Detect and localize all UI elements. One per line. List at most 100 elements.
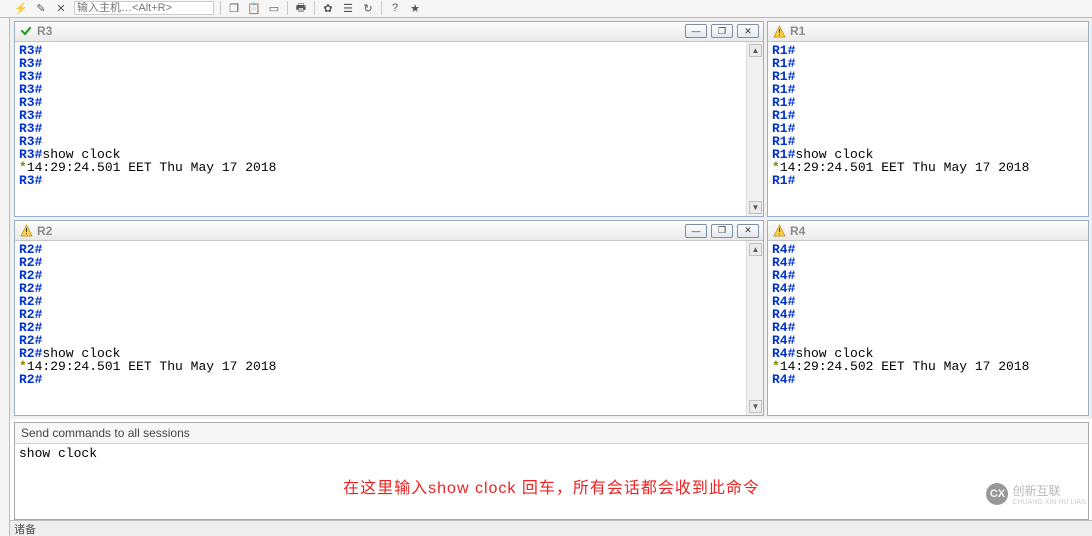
pane-title: R1 [790,24,805,38]
terminal-output[interactable]: R2#R2#R2#R2#R2#R2#R2#R2#R2#show clock*14… [15,241,746,415]
terminal-line: R1# [772,96,1084,109]
terminal-line: R2# [19,308,742,321]
terminal-text: 14:29:24.501 EET Thu May 17 2018 [27,359,277,374]
terminal-line: R3# [19,122,742,135]
terminal-line: *14:29:24.502 EET Thu May 17 2018 [772,360,1084,373]
annotation-text: 在这里输入show clock 回车，所有会话都会收到此命令 [15,474,1088,498]
print-icon[interactable]: 🖶 [294,1,308,15]
terminal-line: R4# [772,373,1084,386]
toolbar: ⚡ ✎ ✕ ❐ 📋 ▭ 🖶 ✿ ☰ ↻ ? ★ [0,0,1092,18]
close-button[interactable]: ✕ [737,224,759,238]
scrollbar[interactable]: ▲▼ [746,241,763,415]
cancel-icon[interactable]: ✕ [54,1,68,15]
pane-titlebar[interactable]: R4 [768,221,1088,241]
terminal-line: R4# [772,321,1084,334]
terminal-output[interactable]: R4#R4#R4#R4#R4#R4#R4#R4#R4#show clock*14… [768,241,1088,415]
pane-titlebar[interactable]: R1 [768,22,1088,42]
scroll-up-icon[interactable]: ▲ [749,243,762,256]
terminal-line: R3# [19,83,742,96]
watermark-brand: 创新互联 [1012,484,1060,498]
terminal-pane-r1: R1 R1#R1#R1#R1#R1#R1#R1#R1#R1#show clock*… [767,21,1089,217]
prompt: R4# [772,372,795,387]
close-button[interactable]: ✕ [737,24,759,38]
terminal-line: R3# [19,96,742,109]
screen-icon[interactable]: ▭ [267,1,281,15]
star-icon[interactable]: ★ [408,1,422,15]
terminal-output[interactable]: R1#R1#R1#R1#R1#R1#R1#R1#R1#show clock*14… [768,42,1088,216]
terminal-line: R3# [19,109,742,122]
terminal-line: R4# [772,308,1084,321]
minimize-button[interactable]: — [685,224,707,238]
left-gutter [0,0,10,536]
terminal-line: *14:29:24.501 EET Thu May 17 2018 [19,161,742,174]
terminal-line: R3# [19,135,742,148]
pane-body[interactable]: R2#R2#R2#R2#R2#R2#R2#R2#R2#show clock*14… [15,241,763,415]
pencil-icon[interactable]: ✎ [34,1,48,15]
send-all-label: Send commands to all sessions [14,422,1089,444]
lightning-icon[interactable]: ⚡ [14,1,28,15]
pane-titlebar[interactable]: R2 — ❐ ✕ [15,221,763,241]
pane-body[interactable]: R3#R3#R3#R3#R3#R3#R3#R3#R3#show clock*14… [15,42,763,216]
window-controls: — ❐ ✕ [685,224,759,238]
terminal-line: R4# [772,243,1084,256]
terminal-line: R1# [772,70,1084,83]
terminal-line: R3# [19,44,742,57]
status-bar: 诸备 [0,520,1092,536]
terminal-line: R2# [19,321,742,334]
scrollbar[interactable]: ▲▼ [746,42,763,216]
prompt: R1# [772,173,795,188]
terminal-line: R3# [19,57,742,70]
terminal-pane-r2: R2 — ❐ ✕ R2#R2#R2#R2#R2#R2#R2#R2#R2#show clo… [14,220,764,416]
terminal-line: R1# [772,83,1084,96]
warning-icon [19,224,33,238]
help-icon[interactable]: ? [388,1,402,15]
separator [381,1,382,15]
send-all-input[interactable]: show clock 在这里输入show clock 回车，所有会话都会收到此命… [14,444,1089,520]
host-input[interactable] [74,1,214,15]
bookmark-icon[interactable]: ✿ [321,1,335,15]
window-controls: — ❐ ✕ [685,24,759,38]
terminal-line: R4# [772,269,1084,282]
watermark: CX 创新互联 CHUANG XIN HU LIAN [986,482,1086,506]
terminal-line: *14:29:24.501 EET Thu May 17 2018 [19,360,742,373]
pane-body[interactable]: R4#R4#R4#R4#R4#R4#R4#R4#R4#show clock*14… [768,241,1088,415]
terminal-grid: R3—❐✕R3#R3#R3#R3#R3#R3#R3#R3#R3#show clo… [0,18,1092,420]
separator [287,1,288,15]
pane-title: R2 [37,224,52,238]
terminal-line: R2# [19,269,742,282]
terminal-line: R4# [772,256,1084,269]
list-icon[interactable]: ☰ [341,1,355,15]
terminal-line: R2# [19,256,742,269]
copy-icon[interactable]: ❐ [227,1,241,15]
watermark-logo: CX [986,483,1008,505]
watermark-sub: CHUANG XIN HU LIAN [1012,499,1086,506]
terminal-pane-r4: R4 R4#R4#R4#R4#R4#R4#R4#R4#R4#show clock*… [767,220,1089,416]
terminal-text: 14:29:24.501 EET Thu May 17 2018 [780,160,1030,175]
checkmark-icon [19,24,33,38]
warning-icon [772,224,786,238]
minimize-button[interactable]: — [685,24,707,38]
pane-titlebar[interactable]: R3—❐✕ [15,22,763,42]
terminal-line: R1# [772,57,1084,70]
terminal-line: R1# [772,44,1084,57]
maximize-button[interactable]: ❐ [711,24,733,38]
prompt: R2# [19,372,42,387]
terminal-line: *14:29:24.501 EET Thu May 17 2018 [772,161,1084,174]
terminal-line: R1# [772,109,1084,122]
terminal-line: R1# [772,174,1084,187]
scroll-up-icon[interactable]: ▲ [749,44,762,57]
maximize-button[interactable]: ❐ [711,224,733,238]
terminal-line: R3# [19,70,742,83]
scroll-down-icon[interactable]: ▼ [749,400,762,413]
scroll-down-icon[interactable]: ▼ [749,201,762,214]
pane-title: R4 [790,224,805,238]
refresh-icon[interactable]: ↻ [361,1,375,15]
terminal-output[interactable]: R3#R3#R3#R3#R3#R3#R3#R3#R3#show clock*14… [15,42,746,216]
send-all-value: show clock [19,446,97,461]
paste-icon[interactable]: 📋 [247,1,261,15]
terminal-line: R2# [19,282,742,295]
pane-body[interactable]: R1#R1#R1#R1#R1#R1#R1#R1#R1#show clock*14… [768,42,1088,216]
terminal-line: R2# [19,295,742,308]
prompt: R3# [19,173,42,188]
terminal-line: R2# [19,243,742,256]
